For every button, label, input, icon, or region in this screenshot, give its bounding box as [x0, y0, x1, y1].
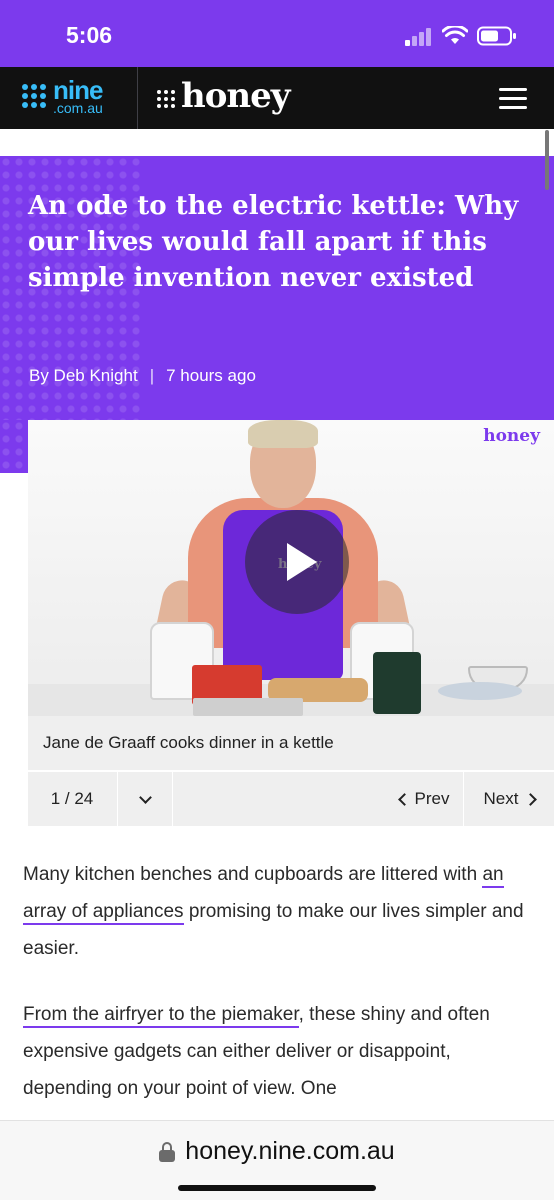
chevron-left-icon [397, 792, 411, 806]
publish-time: 7 hours ago [166, 366, 256, 385]
prev-label: Prev [414, 789, 450, 808]
browser-url-bar[interactable]: honey.nine.com.au [0, 1120, 554, 1200]
article-body: Many kitchen benches and cupboards are l… [23, 856, 533, 1136]
nine-logo[interactable]: nine .com.au [22, 77, 122, 117]
caption-text: Jane de Graaff cooks dinner in a kettle [43, 733, 334, 752]
chevron-down-icon [138, 790, 152, 804]
gallery-dropdown-button[interactable] [117, 772, 173, 826]
chevron-right-icon [524, 792, 538, 806]
play-icon[interactable] [245, 510, 349, 614]
article-paragraph: Many kitchen benches and cupboards are l… [23, 864, 524, 959]
author-link[interactable]: By Deb Knight [29, 366, 138, 386]
hamburger-menu-icon[interactable] [499, 88, 527, 110]
site-header: nine .com.au honey [0, 67, 554, 129]
lock-icon [159, 1141, 176, 1162]
cellular-signal-icon [405, 28, 435, 46]
url-text[interactable]: honey.nine.com.au [185, 1137, 394, 1166]
next-label: Next [483, 789, 519, 808]
article-byline: By Deb Knight | 7 hours ago [29, 366, 256, 386]
video-caption: Jane de Graaff cooks dinner in a kettle [28, 716, 554, 770]
video-player[interactable]: honey honey [28, 420, 554, 716]
gallery-counter: 1 / 24 [50, 789, 94, 808]
honey-logo-text: honey [181, 76, 291, 116]
battery-icon [477, 26, 516, 46]
nav-divider [137, 67, 138, 129]
article-hero: An ode to the electric kettle: Why our l… [0, 156, 554, 420]
nine-dots-icon [22, 84, 48, 110]
byline-separator: | [149, 366, 155, 385]
scrollbar[interactable] [545, 130, 549, 190]
home-indicator[interactable] [178, 1185, 376, 1191]
article-paragraph: From the airfryer to the piemaker, these… [23, 1004, 490, 1099]
status-bar: 5:06 [0, 0, 554, 67]
article-headline: An ode to the electric kettle: Why our l… [28, 191, 519, 293]
video-watermark: honey [483, 426, 540, 446]
inline-link[interactable]: From the airfryer to the piemaker [23, 1004, 299, 1028]
gallery-controls: 1 / 24 Prev Next [28, 772, 554, 826]
wifi-icon [442, 26, 468, 44]
honey-dots-icon [157, 90, 177, 110]
gallery-prev-button[interactable]: Prev [386, 772, 464, 826]
status-time: 5:06 [66, 22, 113, 48]
hero-strip [0, 420, 28, 473]
nine-logo-sub: .com.au [53, 100, 103, 116]
gallery-next-button[interactable]: Next [465, 772, 554, 826]
